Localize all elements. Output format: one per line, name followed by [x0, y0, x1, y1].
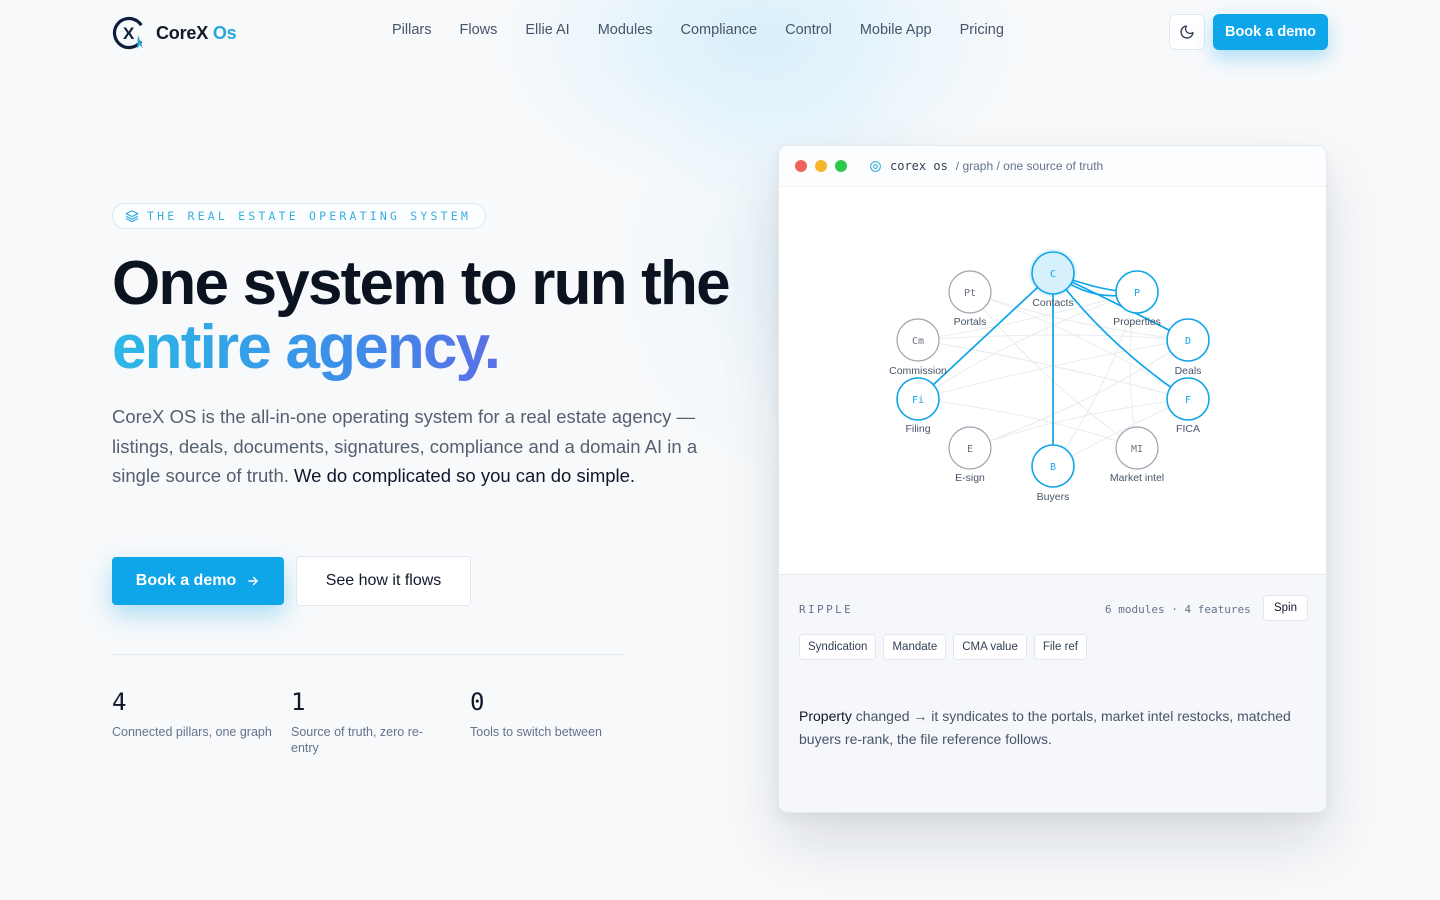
graph-node-e-sign: E E-sign [948, 426, 992, 484]
graph-node-filing: Fi Filing [896, 377, 940, 435]
ripple-subject: Property [799, 708, 852, 724]
theme-toggle-button[interactable] [1169, 14, 1205, 50]
nav-link-flows[interactable]: Flows [445, 22, 511, 38]
ripple-description: Property changed → it syndicates to the … [799, 705, 1299, 751]
window-titlebar: corex os / graph / one source of truth [779, 146, 1326, 187]
graph-node-id: F [1185, 395, 1191, 406]
graph-node-label: FICA [1176, 423, 1200, 435]
graph-node-deals: D Deals [1166, 318, 1210, 377]
module-graph-canvas: C Contacts P Properties D Deals F FICA MI Market … [889, 249, 1210, 503]
stat-number: 0 [470, 688, 485, 716]
stat-number: 4 [112, 688, 127, 716]
feature-chip[interactable]: CMA value [953, 634, 1027, 660]
maximize-dot [835, 160, 847, 172]
hero-eyebrow-badge: THE REAL ESTATE OPERATING SYSTEM [112, 203, 486, 229]
brand-name-main: CoreX [156, 22, 209, 43]
graph-node-commission: Cm Commission [889, 318, 947, 377]
graph-node-label: Deals [1175, 365, 1202, 377]
stat-number: 1 [291, 688, 306, 716]
graph-node-label: Properties [1113, 316, 1161, 328]
hero-title: One system to run the entire agency. [112, 252, 772, 380]
graph-node-label: Market intel [1110, 472, 1164, 484]
graph-node-buyers: B Buyers [1031, 444, 1075, 503]
book-demo-hero-label: Book a demo [135, 572, 237, 589]
nav-link-control[interactable]: Control [771, 22, 846, 38]
graph-node-id: Fi [912, 395, 924, 406]
see-how-it-flows-button[interactable]: See how it flows [296, 556, 471, 606]
brand-name: CoreX Os [156, 22, 237, 44]
ripple-description-text: changed → it syndicates to the portals, … [799, 708, 1291, 747]
stat-label: Tools to switch between [470, 725, 603, 739]
hero-title-line2: entire agency. [112, 313, 501, 382]
feature-chip[interactable]: Mandate [883, 634, 947, 660]
graph-node-label: Buyers [1037, 491, 1070, 503]
nav-link-modules[interactable]: Modules [584, 22, 667, 38]
graph-node-id: MI [1131, 444, 1143, 455]
graph-node-id: P [1134, 288, 1140, 299]
graph-node-label: E-sign [955, 472, 985, 484]
target-icon [870, 160, 881, 172]
layers-icon [125, 210, 139, 223]
graph-node-fica: F FICA [1166, 377, 1210, 435]
graph-node-portals: Pt Portals [948, 270, 992, 328]
graph-edge-faint [969, 339, 1189, 449]
graph-node-label: Filing [905, 423, 930, 435]
graph-node-market-intel: MI Market intel [1110, 426, 1164, 484]
hero-description-emphasis: We do complicated so you can do simple. [288, 465, 636, 486]
window-path-rest: / graph / one source of truth [955, 159, 1104, 173]
hero-description: CoreX OS is the all-in-one operating sys… [112, 402, 702, 491]
nav-links: Pillars Flows Ellie AI Modules Complianc… [378, 22, 1018, 38]
ripple-panel: RIPPLE 6 modules · 4 features Spin Syndi… [779, 574, 1326, 812]
graph-node-label: Portals [954, 316, 987, 328]
spin-button[interactable]: Spin [1263, 595, 1308, 621]
graph-node-id: E [967, 444, 973, 455]
graph-node-id: C [1050, 269, 1056, 280]
graph-node-id: B [1050, 462, 1056, 473]
graph-node-id: Pt [964, 288, 976, 299]
graph-node-properties: P Properties [1113, 270, 1161, 328]
eyebrow-text: THE REAL ESTATE OPERATING SYSTEM [147, 209, 471, 223]
graph-node-contacts: C Contacts [1029, 249, 1077, 309]
graph-node-label: Contacts [1032, 297, 1073, 309]
brand-name-accent: Os [212, 22, 237, 43]
window-path-app: corex os [890, 159, 948, 173]
ripple-meta: 6 modules · 4 features [1105, 603, 1251, 616]
logo-mark-icon: X [112, 16, 146, 50]
feature-chip[interactable]: Syndication [799, 634, 877, 660]
nav-link-pricing[interactable]: Pricing [946, 22, 1018, 38]
minimize-dot [815, 160, 827, 172]
nav-link-ellie-ai[interactable]: Ellie AI [511, 22, 583, 38]
nav-link-pillars[interactable]: Pillars [378, 22, 445, 38]
stat-tools: 0 Tools to switch between [470, 688, 630, 740]
nav-link-mobile-app[interactable]: Mobile App [846, 22, 946, 38]
ripple-label: RIPPLE [799, 603, 854, 616]
feature-chip[interactable]: File ref [1033, 634, 1087, 660]
stats-divider [112, 654, 625, 655]
graph-node-id: D [1185, 336, 1191, 347]
stat-label: Source of truth, zero re-entry [291, 725, 424, 755]
logo-mark-letter: X [123, 24, 135, 43]
hero-title-line1: One system to run the [112, 249, 731, 318]
stat-label: Connected pillars, one graph [112, 725, 272, 739]
book-demo-nav-button[interactable]: Book a demo [1213, 14, 1328, 50]
brand-logo[interactable]: X CoreX Os [112, 15, 237, 51]
nav-link-compliance[interactable]: Compliance [667, 22, 772, 38]
book-demo-hero-button[interactable]: Book a demo [112, 557, 284, 605]
graph-node-id: Cm [912, 336, 924, 347]
top-navigation: X CoreX Os Pillars Flows Ellie AI Module… [0, 0, 1440, 64]
ripple-feature-chips: Syndication Mandate CMA value File ref [799, 634, 1087, 660]
window-path: corex os / graph / one source of truth [869, 159, 1103, 173]
graph-preview-window: corex os / graph / one source of truth C… [778, 145, 1327, 813]
arrow-right-icon [248, 576, 259, 586]
graph-edge-faint [969, 339, 1189, 449]
close-dot [795, 160, 807, 172]
graph-node-label: Commission [889, 365, 947, 377]
module-graph[interactable]: C Contacts P Properties D Deals F FICA MI Market … [779, 187, 1326, 574]
moon-icon [1180, 25, 1194, 39]
stat-pillars: 4 Connected pillars, one graph [112, 688, 272, 740]
stat-source-of-truth: 1 Source of truth, zero re-entry [291, 688, 441, 756]
